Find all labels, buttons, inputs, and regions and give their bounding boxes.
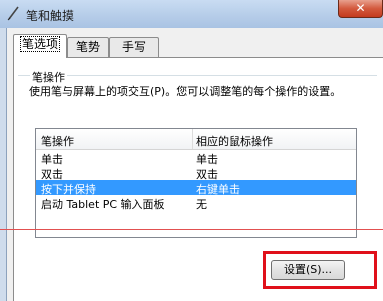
list-header: 笔操作 相应的鼠标操作 xyxy=(36,129,356,150)
tab-label: 笔势 xyxy=(75,40,100,54)
close-button[interactable]: ✕ xyxy=(338,0,383,18)
column-header-mouse-equivalent[interactable]: 相应的鼠标操作 xyxy=(196,133,273,149)
list-row[interactable]: 双击 双击 xyxy=(36,165,356,181)
group-label: 笔操作 xyxy=(30,69,67,85)
pen-actions-list[interactable]: 笔操作 相应的鼠标操作 单击 单击 双击 双击 按下并保持 右键单击 启动 Ta… xyxy=(35,128,357,238)
settings-button[interactable]: 设置(S)... xyxy=(271,260,345,280)
tab-handwriting[interactable]: 手写 xyxy=(109,37,159,57)
group-description: 使用笔与屏幕上的项交互(P)。您可以调整笔的每个操作的设置。 xyxy=(29,85,342,98)
tab-flicks[interactable]: 笔势 xyxy=(67,37,109,57)
pen-icon xyxy=(6,5,22,21)
title-bar[interactable]: 笔和触摸 ✕ xyxy=(0,0,383,28)
window-title: 笔和触摸 xyxy=(26,9,75,23)
group-separator xyxy=(18,75,377,76)
row-equivalent: 无 xyxy=(196,198,207,211)
tab-pen-options[interactable]: 笔选项 xyxy=(13,34,67,58)
list-row-selected[interactable]: 按下并保持 右键单击 xyxy=(36,180,356,196)
row-action: 启动 Tablet PC 输入面板 xyxy=(41,198,165,211)
tab-label: 手写 xyxy=(121,40,146,54)
column-divider[interactable] xyxy=(192,129,193,149)
tab-label: 笔选项 xyxy=(19,36,60,52)
close-icon: ✕ xyxy=(355,1,366,15)
column-header-pen-action[interactable]: 笔操作 xyxy=(41,133,74,149)
annotation-line xyxy=(0,229,383,230)
list-row[interactable]: 启动 Tablet PC 输入面板 无 xyxy=(36,195,356,211)
list-row[interactable]: 单击 单击 xyxy=(36,150,356,166)
